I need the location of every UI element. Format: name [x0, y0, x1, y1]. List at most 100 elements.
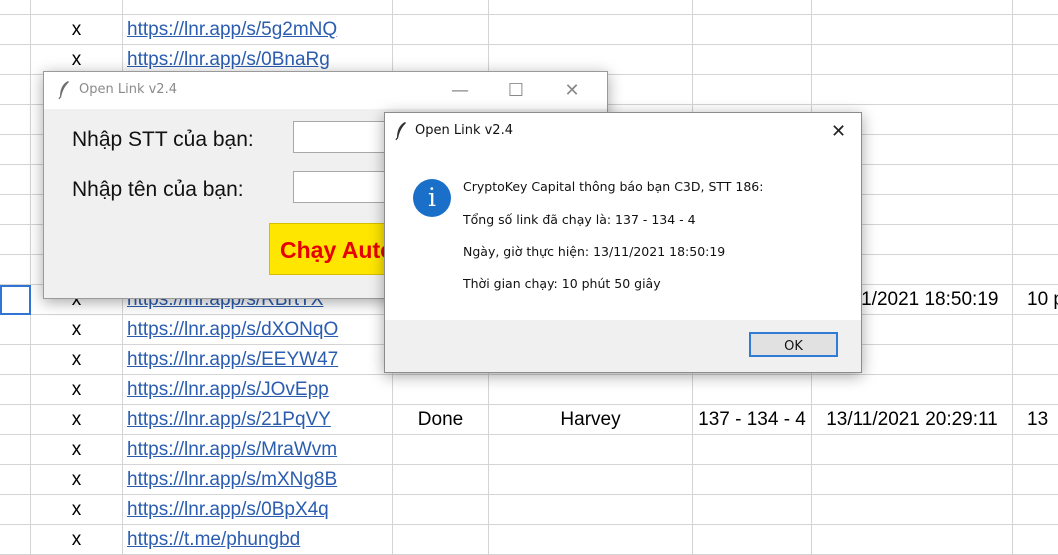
- mark-cell[interactable]: x: [31, 315, 123, 345]
- datetime-cell[interactable]: [812, 375, 1013, 405]
- name-cell[interactable]: Harvey: [489, 405, 693, 435]
- link-count-cell[interactable]: [693, 465, 812, 495]
- name-cell[interactable]: [489, 525, 693, 555]
- minimize-button[interactable]: —: [432, 72, 488, 109]
- mark-cell[interactable]: x: [31, 375, 123, 405]
- row-header-cell[interactable]: [0, 165, 31, 195]
- runtime-cell[interactable]: [1013, 375, 1058, 405]
- row-header-cell[interactable]: [0, 195, 31, 225]
- datetime-cell[interactable]: [812, 495, 1013, 525]
- runtime-cell[interactable]: [1013, 135, 1058, 165]
- message-dialog[interactable]: Open Link v2.4 ✕ i CryptoKey Capital thô…: [384, 112, 862, 373]
- name-cell[interactable]: [489, 375, 693, 405]
- link-count-cell[interactable]: 137 - 134 - 4: [693, 405, 812, 435]
- mark-cell[interactable]: x: [31, 15, 123, 45]
- link-cell[interactable]: https://lnr.app/s/0BpX4q: [123, 495, 393, 525]
- runtime-cell[interactable]: [1013, 495, 1058, 525]
- name-cell[interactable]: [489, 15, 693, 45]
- row-header-cell[interactable]: [0, 375, 31, 405]
- status-cell[interactable]: Done: [393, 405, 489, 435]
- link-cell[interactable]: https://lnr.app/s/dXONqO: [123, 315, 393, 345]
- link-count-cell[interactable]: [693, 45, 812, 75]
- close-button[interactable]: ✕: [544, 72, 600, 109]
- runtime-cell[interactable]: 10 p: [1013, 285, 1058, 315]
- status-cell[interactable]: [393, 15, 489, 45]
- runtime-cell[interactable]: [1013, 15, 1058, 45]
- row-header-cell[interactable]: [0, 225, 31, 255]
- datetime-cell[interactable]: [812, 465, 1013, 495]
- status-cell[interactable]: [393, 465, 489, 495]
- link-cell[interactable]: https://lnr.app/s/JOvEpp: [123, 375, 393, 405]
- window-titlebar[interactable]: Open Link v2.4 — ☐ ✕: [44, 72, 607, 109]
- link-count-cell[interactable]: [693, 525, 812, 555]
- runtime-cell[interactable]: [1013, 195, 1058, 225]
- runtime-cell[interactable]: [1013, 75, 1058, 105]
- link-cell[interactable]: [123, 0, 393, 15]
- datetime-cell[interactable]: [812, 435, 1013, 465]
- row-header-cell[interactable]: [0, 75, 31, 105]
- row-header-cell[interactable]: [0, 15, 31, 45]
- link-count-cell[interactable]: [693, 375, 812, 405]
- dialog-titlebar[interactable]: Open Link v2.4 ✕: [385, 113, 861, 150]
- row-header-cell[interactable]: [0, 465, 31, 495]
- runtime-cell[interactable]: [1013, 255, 1058, 285]
- status-cell[interactable]: [393, 435, 489, 465]
- row-header-cell[interactable]: [0, 495, 31, 525]
- link-cell[interactable]: https://lnr.app/s/EEYW47: [123, 345, 393, 375]
- runtime-cell[interactable]: [1013, 105, 1058, 135]
- link-count-cell[interactable]: [693, 75, 812, 105]
- runtime-cell[interactable]: [1013, 315, 1058, 345]
- status-cell[interactable]: [393, 0, 489, 15]
- link-cell[interactable]: https://lnr.app/s/MraWvm: [123, 435, 393, 465]
- runtime-cell[interactable]: [1013, 465, 1058, 495]
- mark-cell[interactable]: x: [31, 495, 123, 525]
- row-header-cell[interactable]: [0, 135, 31, 165]
- ok-button[interactable]: OK: [749, 332, 838, 357]
- runtime-cell[interactable]: 13: [1013, 405, 1058, 435]
- runtime-cell[interactable]: [1013, 225, 1058, 255]
- datetime-cell[interactable]: 13/11/2021 20:29:11: [812, 405, 1013, 435]
- row-header-cell[interactable]: [0, 105, 31, 135]
- mark-cell[interactable]: x: [31, 345, 123, 375]
- link-cell[interactable]: https://lnr.app/s/21PqVY: [123, 405, 393, 435]
- datetime-cell[interactable]: [812, 45, 1013, 75]
- close-button[interactable]: ✕: [816, 113, 861, 150]
- name-cell[interactable]: [489, 465, 693, 495]
- datetime-cell[interactable]: [812, 75, 1013, 105]
- datetime-cell[interactable]: [812, 15, 1013, 45]
- row-header-cell[interactable]: [0, 405, 31, 435]
- runtime-cell[interactable]: [1013, 0, 1058, 15]
- datetime-cell[interactable]: [812, 525, 1013, 555]
- datetime-cell[interactable]: [812, 0, 1013, 15]
- row-header-cell[interactable]: [0, 315, 31, 345]
- mark-cell[interactable]: x: [31, 525, 123, 555]
- row-header-cell[interactable]: [0, 525, 31, 555]
- name-cell[interactable]: [489, 495, 693, 525]
- link-count-cell[interactable]: [693, 435, 812, 465]
- link-count-cell[interactable]: [693, 495, 812, 525]
- link-cell[interactable]: https://lnr.app/s/5g2mNQ: [123, 15, 393, 45]
- runtime-cell[interactable]: [1013, 435, 1058, 465]
- row-header-cell[interactable]: [0, 345, 31, 375]
- link-count-cell[interactable]: [693, 15, 812, 45]
- mark-cell[interactable]: x: [31, 465, 123, 495]
- row-header-cell[interactable]: [0, 45, 31, 75]
- runtime-cell[interactable]: [1013, 165, 1058, 195]
- status-cell[interactable]: [393, 495, 489, 525]
- maximize-button[interactable]: ☐: [488, 72, 544, 109]
- mark-cell[interactable]: x: [31, 405, 123, 435]
- runtime-cell[interactable]: [1013, 345, 1058, 375]
- runtime-cell[interactable]: [1013, 525, 1058, 555]
- status-cell[interactable]: [393, 525, 489, 555]
- row-header-cell[interactable]: [0, 0, 31, 15]
- status-cell[interactable]: [393, 375, 489, 405]
- mark-cell[interactable]: x: [31, 435, 123, 465]
- runtime-cell[interactable]: [1013, 45, 1058, 75]
- row-header-cell[interactable]: [0, 285, 31, 315]
- row-header-cell[interactable]: [0, 255, 31, 285]
- row-header-cell[interactable]: [0, 435, 31, 465]
- mark-cell[interactable]: [31, 0, 123, 15]
- name-cell[interactable]: [489, 435, 693, 465]
- name-cell[interactable]: [489, 0, 693, 15]
- link-cell[interactable]: https://lnr.app/s/mXNg8B: [123, 465, 393, 495]
